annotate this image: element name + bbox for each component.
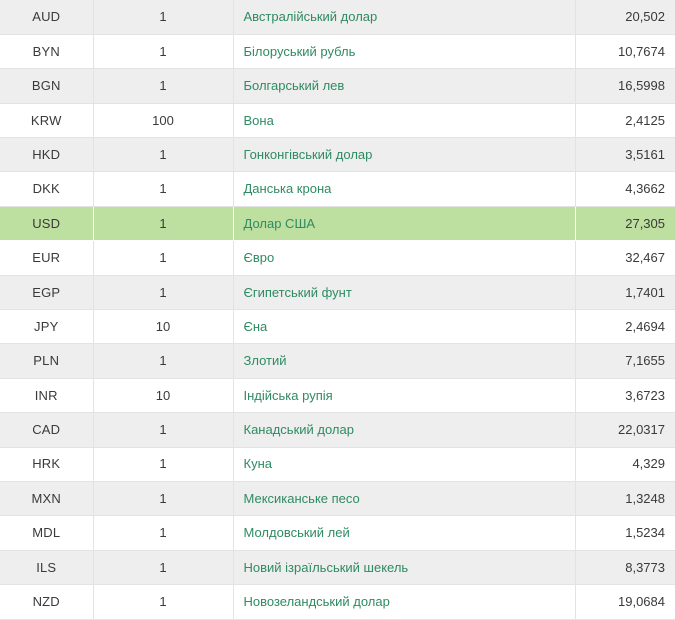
currency-name-cell: Індійська рупія — [233, 378, 576, 414]
table-row[interactable]: KRW 100 Вона 2,4125 — [0, 103, 675, 139]
table-row[interactable]: EUR 1 Євро 32,467 — [0, 240, 675, 276]
table-row[interactable]: INR 10 Індійська рупія 3,6723 — [0, 378, 675, 414]
currency-name-cell: Болгарський лев — [233, 68, 576, 104]
currency-rate-cell: 10,7674 — [575, 34, 675, 70]
currency-units-cell: 1 — [93, 0, 234, 35]
rates-table-body: AUD 1 Австралійський долар 20,502 BYN 1 Білору… — [0, 0, 675, 620]
currency-rate-cell: 19,0684 — [575, 584, 675, 620]
currency-rate-cell: 4,3662 — [575, 171, 675, 207]
table-row[interactable]: AUD 1 Австралійський долар 20,502 — [0, 0, 675, 35]
currency-units-cell: 1 — [93, 584, 234, 620]
table-row[interactable]: PLN 1 Злотий 7,1655 — [0, 343, 675, 379]
currency-rate-cell: 1,5234 — [575, 515, 675, 551]
currency-name-cell: Куна — [233, 447, 576, 482]
currency-rate-cell: 7,1655 — [575, 343, 675, 379]
currency-name-cell: Новий ізраїльський шекель — [233, 550, 576, 586]
currency-units-cell: 1 — [93, 68, 234, 104]
currency-units-cell: 1 — [93, 171, 234, 207]
currency-name-cell: Білоруський рубль — [233, 34, 576, 70]
currency-units-cell: 1 — [93, 240, 234, 276]
table-row-highlighted[interactable]: USD 1 Долар США 27,305 — [0, 206, 675, 242]
currency-code-cell: EGP — [0, 275, 94, 311]
currency-rate-cell: 1,7401 — [575, 275, 675, 311]
currency-units-cell: 1 — [93, 34, 234, 70]
currency-rate-cell: 27,305 — [575, 206, 675, 242]
currency-code-cell: BGN — [0, 68, 94, 104]
currency-units-cell: 100 — [93, 103, 234, 139]
currency-code-cell: HRK — [0, 447, 94, 482]
currency-code-cell: JPY — [0, 309, 94, 345]
currency-units-cell: 1 — [93, 481, 234, 517]
table-row[interactable]: BYN 1 Білоруський рубль 10,7674 — [0, 34, 675, 70]
table-row[interactable]: EGP 1 Єгипетський фунт 1,7401 — [0, 275, 675, 311]
currency-rate-cell: 3,5161 — [575, 137, 675, 173]
currency-units-cell: 10 — [93, 378, 234, 414]
currency-code-cell: KRW — [0, 103, 94, 139]
table-row[interactable]: DKK 1 Данська крона 4,3662 — [0, 171, 675, 207]
currency-rate-cell: 22,0317 — [575, 412, 675, 448]
currency-name-cell: Гонконгівський долар — [233, 137, 576, 173]
currency-name-cell: Долар США — [233, 206, 576, 242]
table-row[interactable]: MXN 1 Мексиканське песо 1,3248 — [0, 481, 675, 517]
currency-code-cell: DKK — [0, 171, 94, 207]
currency-code-cell: NZD — [0, 584, 94, 620]
currency-code-cell: USD — [0, 206, 94, 242]
table-row[interactable]: MDL 1 Молдовський лей 1,5234 — [0, 515, 675, 551]
currency-code-cell: HKD — [0, 137, 94, 173]
currency-name-cell: Австралійський долар — [233, 0, 576, 35]
table-row[interactable]: CAD 1 Канадський долар 22,0317 — [0, 412, 675, 448]
currency-units-cell: 1 — [93, 515, 234, 551]
currency-rate-cell: 8,3773 — [575, 550, 675, 586]
currency-rate-cell: 3,6723 — [575, 378, 675, 414]
currency-rate-cell: 2,4694 — [575, 309, 675, 345]
currency-code-cell: EUR — [0, 240, 94, 276]
currency-rate-cell: 4,329 — [575, 447, 675, 482]
currency-units-cell: 1 — [93, 206, 234, 242]
table-row[interactable]: HKD 1 Гонконгівський долар 3,5161 — [0, 137, 675, 173]
currency-name-cell: Молдовський лей — [233, 515, 576, 551]
currency-exchange-rates-table: AUD 1 Австралійський долар 20,502 BYN 1 Білору… — [0, 0, 675, 620]
currency-code-cell: CAD — [0, 412, 94, 448]
currency-name-cell: Новозеландський долар — [233, 584, 576, 620]
table-row[interactable]: HRK 1 Куна 4,329 — [0, 447, 675, 482]
currency-rate-cell: 1,3248 — [575, 481, 675, 517]
currency-rate-cell: 16,5998 — [575, 68, 675, 104]
currency-code-cell: ILS — [0, 550, 94, 586]
currency-code-cell: PLN — [0, 343, 94, 379]
currency-name-cell: Євро — [233, 240, 576, 276]
table-row[interactable]: BGN 1 Болгарський лев 16,5998 — [0, 68, 675, 104]
currency-code-cell: AUD — [0, 0, 94, 35]
currency-rate-cell: 20,502 — [575, 0, 675, 35]
currency-units-cell: 1 — [93, 275, 234, 311]
currency-units-cell: 1 — [93, 550, 234, 586]
table-row[interactable]: JPY 10 Єна 2,4694 — [0, 309, 675, 345]
currency-rate-cell: 32,467 — [575, 240, 675, 276]
currency-units-cell: 10 — [93, 309, 234, 345]
currency-rate-cell: 2,4125 — [575, 103, 675, 139]
currency-name-cell: Данська крона — [233, 171, 576, 207]
currency-code-cell: INR — [0, 378, 94, 414]
currency-units-cell: 1 — [93, 343, 234, 379]
currency-name-cell: Єна — [233, 309, 576, 345]
currency-units-cell: 1 — [93, 412, 234, 448]
table-row[interactable]: ILS 1 Новий ізраїльський шекель 8,3773 — [0, 550, 675, 586]
currency-name-cell: Вона — [233, 103, 576, 139]
currency-code-cell: MXN — [0, 481, 94, 517]
currency-name-cell: Канадський долар — [233, 412, 576, 448]
currency-units-cell: 1 — [93, 447, 234, 482]
currency-units-cell: 1 — [93, 137, 234, 173]
currency-name-cell: Злотий — [233, 343, 576, 379]
currency-name-cell: Єгипетський фунт — [233, 275, 576, 311]
currency-code-cell: MDL — [0, 515, 94, 551]
table-row[interactable]: NZD 1 Новозеландський долар 19,0684 — [0, 584, 675, 620]
currency-code-cell: BYN — [0, 34, 94, 70]
currency-name-cell: Мексиканське песо — [233, 481, 576, 517]
